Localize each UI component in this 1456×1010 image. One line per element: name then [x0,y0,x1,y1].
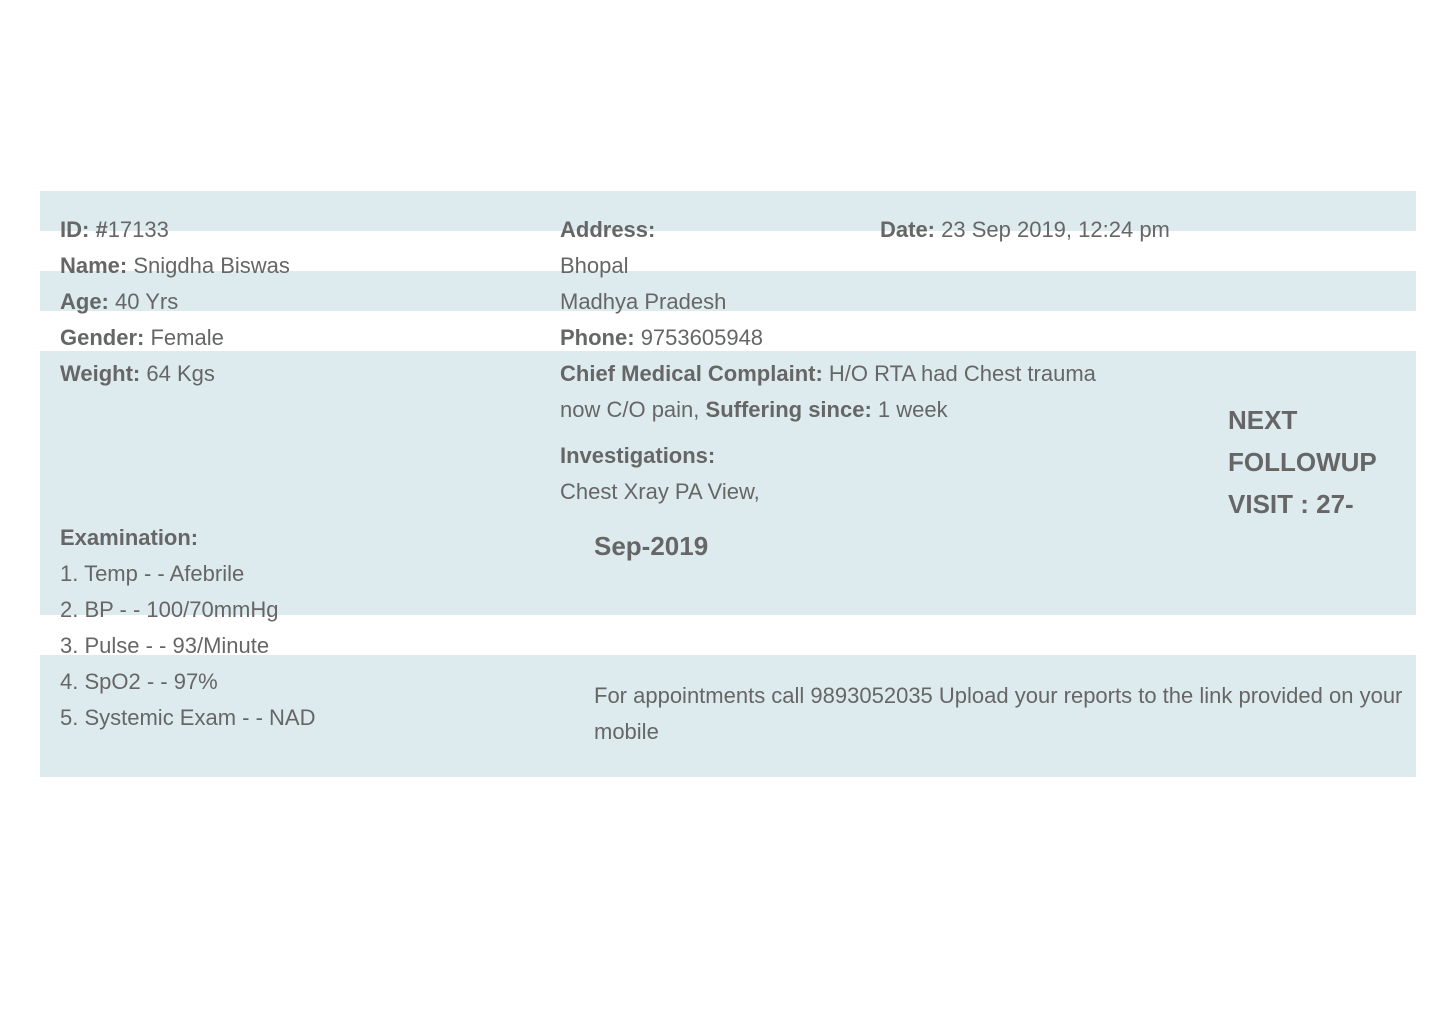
chief-complaint: Chief Medical Complaint: H/O RTA had Che… [560,361,1096,387]
patient-id: ID: #17133 [60,217,169,243]
address-line-1: Bhopal [560,253,629,278]
chief-complaint-label: Chief Medical Complaint: [560,361,823,386]
followup-line-2: FOLLOWUP [1228,447,1377,477]
followup-line-3: VISIT : 27- [1228,489,1354,519]
followup-line-1: NEXT [1228,405,1298,435]
visit-date: Date: 23 Sep 2019, 12:24 pm [880,217,1170,243]
patient-age: Age: 40 Yrs [60,289,178,315]
patient-name-value: Snigdha Biswas [133,253,290,278]
examination-label: Examination: [60,525,199,550]
address-line-2: Madhya Pradesh [560,289,727,314]
chief-complaint-cont: now C/O pain, Suffering since: 1 week [560,397,948,423]
examination-item-2: 2. BP - - 100/70mmHg [60,597,279,622]
chief-complaint-value-2: now C/O pain, [560,397,700,422]
followup-line-4: Sep-2019 [594,531,709,561]
patient-name: Name: Snigdha Biswas [60,253,290,279]
patient-id-value: 17133 [107,217,169,242]
address-label: Address: [560,217,656,242]
footer-note: For appointments call 9893052035 Upload … [594,683,1403,744]
patient-weight-label: Weight: [60,361,141,386]
examination-item-3: 3. Pulse - - 93/Minute [60,633,270,658]
phone-value: 9753605948 [640,325,764,350]
examination-item-1: 1. Temp - - Afebrile [60,561,245,586]
chief-complaint-value-1: H/O RTA had Chest trauma [828,361,1096,386]
patient-age-label: Age: [60,289,109,314]
investigations-label: Investigations: [560,443,716,468]
visit-date-label: Date: [880,217,936,242]
patient-weight-value: 64 Kgs [146,361,215,386]
suffering-since-value: 1 week [877,397,948,422]
patient-age-value: 40 Yrs [115,289,179,314]
suffering-since-label: Suffering since: [705,397,872,422]
examination-item-5: 5. Systemic Exam - - NAD [60,705,316,730]
investigations-value: Chest Xray PA View, [560,479,760,504]
patient-id-label: ID: # [60,217,108,242]
patient-gender: Gender: Female [60,325,224,351]
patient-gender-value: Female [150,325,224,350]
examination-item-4: 4. SpO2 - - 97% [60,669,218,694]
stripe-band-1 [40,191,1416,231]
patient-weight: Weight: 64 Kgs [60,361,215,387]
visit-date-value: 23 Sep 2019, 12:24 pm [941,217,1170,242]
phone: Phone: 9753605948 [560,325,763,351]
phone-label: Phone: [560,325,635,350]
patient-gender-label: Gender: [60,325,145,350]
patient-name-label: Name: [60,253,128,278]
